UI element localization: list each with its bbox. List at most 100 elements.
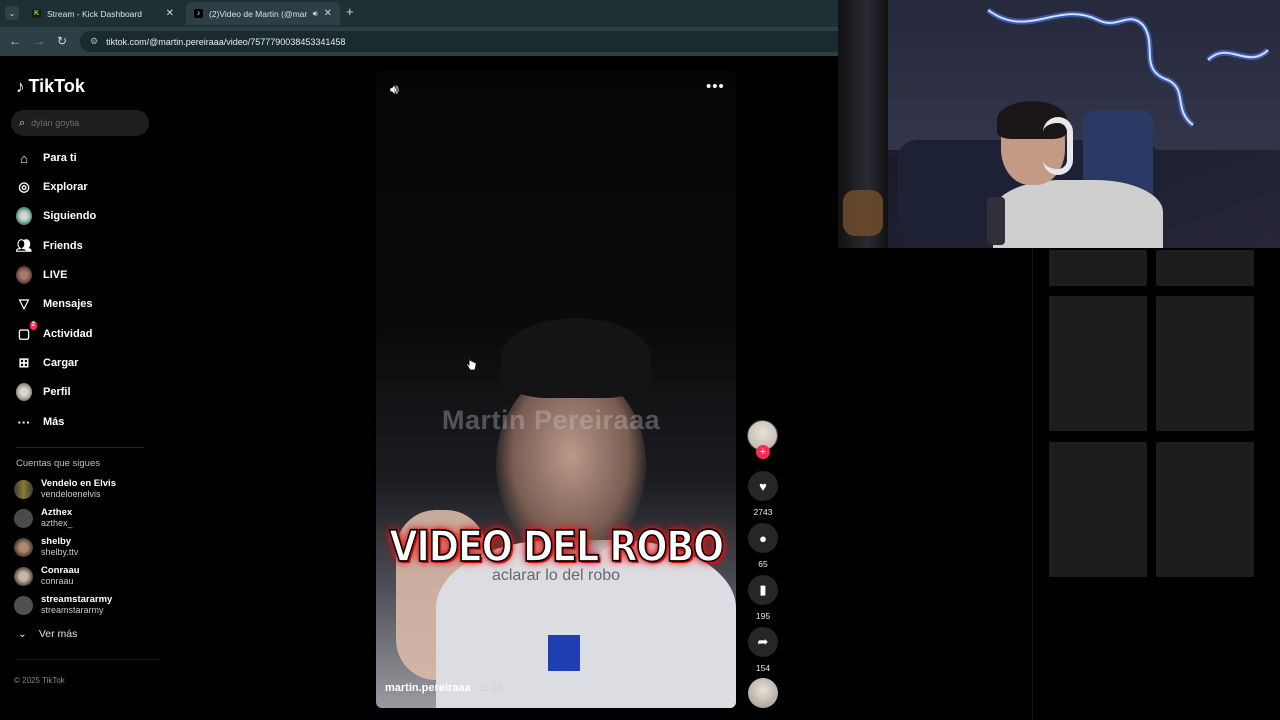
webcam-jar [843, 190, 883, 236]
save-count: 195 [755, 611, 771, 621]
sidebar-item-friends[interactable]: 👥︎ Friends [16, 236, 83, 256]
sidebar-item-explorar[interactable]: ◎ Explorar [16, 177, 88, 197]
account-name: Azthex [41, 507, 73, 518]
see-more-label: Ver más [38, 628, 78, 640]
tiktok-favicon-icon: ♪ [194, 9, 203, 18]
sidebar-item-label: Explorar [43, 181, 88, 193]
tab-audio-icon[interactable]: 🔊︎ [313, 9, 318, 19]
save-button[interactable]: ▮ 195 [748, 575, 778, 621]
related-video-thumbnail[interactable] [1049, 250, 1147, 286]
account-handle: shelby.ttv [41, 547, 79, 557]
close-tab-icon[interactable]: ✕ [166, 8, 174, 19]
activity-icon: ▢ 2 [17, 321, 37, 341]
sidebar-item-cargar[interactable]: ⊞ Cargar [16, 353, 79, 373]
comment-button[interactable]: ● 65 [748, 523, 778, 569]
close-tab-icon[interactable]: ✕ [324, 8, 332, 19]
see-more-button[interactable]: ⌄ Ver más [18, 628, 77, 640]
sidebar-item-label: Siguiendo [43, 210, 97, 222]
sidebar-item-para-ti[interactable]: ⌂ Para ti [16, 148, 77, 168]
video-player[interactable]: Martin Pereiraaa aclarar lo del robo VID… [376, 70, 736, 708]
profile-avatar-icon [16, 383, 32, 401]
account-handle: streamstararmy [41, 605, 104, 615]
sidebar-item-label: Cargar [43, 357, 79, 369]
sidebar-item-siguiendo[interactable]: Siguiendo [16, 206, 96, 226]
heart-icon: ♥ [748, 471, 778, 501]
search-placeholder: dylan goytia [31, 118, 80, 128]
sidebar-item-label: Más [43, 416, 65, 428]
browser-toolbar: ← → ↻ ⚙ tiktok.com/@martin.pereiraaa/vid… [0, 27, 840, 56]
new-tab-button[interactable]: + [346, 4, 354, 19]
sidebar: ♪ TikTok ⌕ dylan goytia ⌂ Para ti ◎ Expl… [0, 56, 160, 720]
video-date: · 11-28 [470, 683, 503, 694]
music-disc-avatar[interactable] [748, 678, 778, 708]
following-account[interactable]: shelby shelby.ttv [14, 536, 78, 558]
account-name: shelby [41, 536, 72, 547]
sidebar-item-label: Perfil [43, 386, 71, 398]
related-video-thumbnail[interactable] [1156, 296, 1254, 431]
reload-icon[interactable]: ↻ [57, 34, 67, 48]
sidebar-item-label: Mensajes [43, 298, 93, 310]
avatar [14, 479, 33, 499]
sidebar-item-actividad[interactable]: ▢ 2 Actividad [16, 321, 93, 344]
tiktok-logo[interactable]: ♪ TikTok [16, 76, 85, 97]
compass-icon: ◎ [18, 179, 30, 194]
sidebar-item-live[interactable]: LIVE [16, 265, 67, 285]
headset-icon [1043, 117, 1073, 175]
forward-arrow-icon[interactable]: → [33, 34, 45, 48]
avatar [14, 508, 33, 528]
following-account[interactable]: Vendelo en Elvis vendeloenelvis [14, 478, 116, 500]
hand-cursor-icon [466, 357, 477, 371]
home-icon: ⌂ [20, 150, 28, 166]
site-info-icon[interactable]: ⚙ [90, 36, 98, 47]
following-account[interactable]: streamstararmy streamstararmy [14, 594, 112, 616]
account-handle: vendeloenelvis [41, 489, 101, 499]
video-author[interactable]: martin.pereiraaa [385, 682, 471, 694]
search-input[interactable]: ⌕ dylan goytia [11, 110, 149, 136]
share-button[interactable]: ➦ 154 [748, 627, 778, 673]
account-name: Vendelo en Elvis [41, 478, 116, 489]
sidebar-item-label: Friends [43, 240, 83, 252]
tab-search-menu-icon[interactable]: ⌄ [5, 6, 19, 20]
following-account[interactable]: Azthex azthex_ [14, 507, 73, 529]
kick-favicon-icon: K [32, 9, 41, 18]
related-video-thumbnail[interactable] [1049, 296, 1147, 431]
video-watermark: Martin Pereiraaa [442, 405, 661, 435]
bookmark-icon: ▮ [748, 575, 778, 605]
share-arrow-icon: ➦ [748, 627, 778, 657]
follow-plus-icon[interactable]: + [756, 445, 770, 459]
panel-divider [1032, 248, 1033, 720]
friends-icon: 👥︎ [15, 238, 33, 253]
logo-text: TikTok [28, 76, 85, 96]
sidebar-item-mensajes[interactable]: ▽ Mensajes [16, 294, 93, 314]
streamer-torso [993, 180, 1163, 248]
sidebar-item-mas[interactable]: ··· Más [16, 412, 65, 432]
more-options-icon[interactable]: ••• [706, 78, 725, 95]
sidebar-item-label: Para ti [43, 152, 77, 164]
address-bar[interactable]: ⚙ tiktok.com/@martin.pereiraaa/video/757… [80, 31, 840, 52]
tab-tiktok-video[interactable]: ♪ (2)Video de Martin (@marti 🔊︎ ✕ [186, 2, 340, 25]
avatar [14, 595, 33, 615]
video-author-line[interactable]: martin.pereiraaa · 11-28 [385, 682, 503, 694]
like-button[interactable]: ♥ 2743 [748, 471, 778, 517]
avatar [14, 566, 33, 586]
tab-label: Stream - Kick Dashboard [47, 8, 142, 19]
volume-icon[interactable]: 🔊︎ [390, 81, 399, 98]
related-video-thumbnail[interactable] [1049, 442, 1147, 577]
account-name: Conraau [41, 565, 80, 576]
account-name: streamstararmy [41, 594, 113, 605]
browser-tab-bar: ⌄ K Stream - Kick Dashboard ✕ ♪ (2)Video… [0, 0, 840, 27]
related-video-thumbnail[interactable] [1156, 442, 1254, 577]
back-arrow-icon[interactable]: ← [9, 34, 21, 48]
activity-badge: 2 [29, 321, 37, 330]
tab-kick-dashboard[interactable]: K Stream - Kick Dashboard ✕ [24, 2, 182, 25]
sidebar-divider [16, 659, 160, 660]
chevron-down-icon: ⌄ [18, 628, 27, 640]
avatar [14, 537, 33, 557]
sidebar-item-perfil[interactable]: Perfil [16, 382, 71, 402]
account-handle: azthex_ [41, 518, 73, 528]
live-avatar-icon [16, 266, 32, 284]
related-video-thumbnail[interactable] [1156, 250, 1254, 286]
like-count: 2743 [753, 507, 773, 517]
video-frame-hair [501, 318, 651, 398]
following-account[interactable]: Conraau conraau [14, 565, 80, 587]
